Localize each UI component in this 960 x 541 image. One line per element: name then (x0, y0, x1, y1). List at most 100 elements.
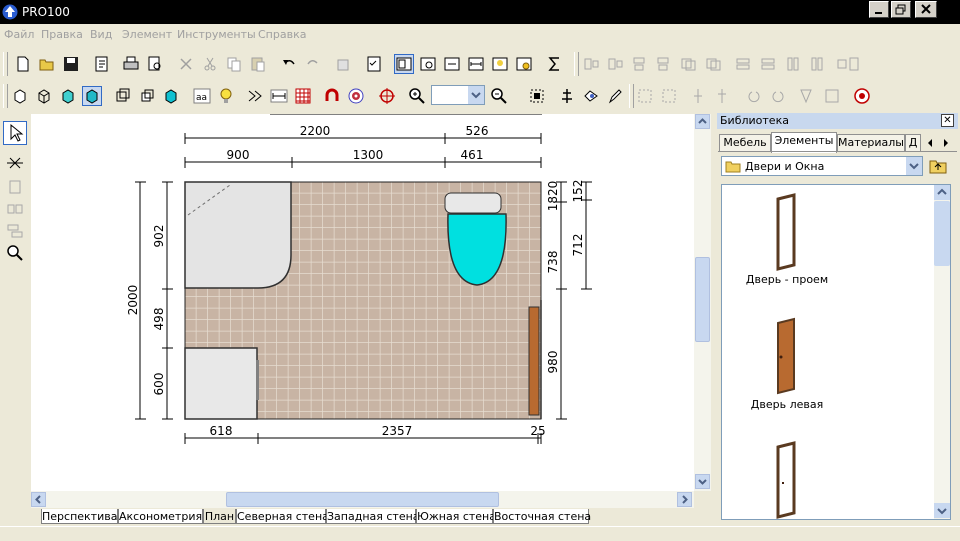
library-tab-elements[interactable]: Элементы (771, 132, 837, 153)
pen-icon[interactable] (606, 87, 624, 105)
library-scroll-up[interactable] (934, 185, 950, 200)
target-icon[interactable] (347, 87, 365, 105)
stretch-icon[interactable] (5, 154, 25, 172)
help-target-icon[interactable] (853, 87, 871, 105)
restore-button[interactable] (891, 1, 911, 18)
menu-element[interactable]: Элемент (122, 28, 172, 41)
checklist-icon[interactable] (365, 55, 383, 73)
folder-dropdown-button[interactable] (906, 157, 922, 175)
tab-north-wall[interactable]: Северная стена (236, 509, 329, 524)
ruler-icon[interactable] (270, 87, 288, 105)
cube-cyan-icon[interactable] (59, 87, 77, 105)
scroll-right-button[interactable] (677, 492, 692, 507)
scroll-up-button[interactable] (695, 114, 710, 129)
plan-drawing[interactable]: 2200 526 900 1300 461 2000 902 498 600 1… (31, 114, 694, 491)
library-folder-select[interactable]: Двери и Окна (721, 156, 923, 176)
tab-east-wall[interactable]: Восточная стена (493, 509, 591, 524)
canvas-vertical-scrollbar[interactable] (694, 114, 711, 491)
select-all-icon[interactable] (528, 87, 546, 105)
scroll-down-button[interactable] (695, 474, 710, 489)
minimize-button[interactable] (869, 1, 889, 18)
open-folder-icon[interactable] (38, 55, 56, 73)
cube-filled-icon[interactable] (162, 87, 180, 105)
wireframe-cube-icon[interactable] (114, 87, 132, 105)
scroll-left-button[interactable] (31, 492, 46, 507)
menu-edit[interactable]: Правка (41, 28, 83, 41)
menu-file[interactable]: Файл (4, 28, 34, 41)
grid-icon[interactable] (294, 87, 312, 105)
undo-icon[interactable] (280, 55, 298, 73)
library-tab-more[interactable]: Д (905, 134, 921, 151)
dimension-icon[interactable] (246, 87, 264, 105)
library-item[interactable]: Дверь - проем (722, 185, 934, 305)
paste-icon[interactable] (249, 55, 267, 73)
measure-icon[interactable] (467, 55, 485, 73)
library-item[interactable]: Дверь левая (722, 309, 934, 429)
zoom-window-icon[interactable] (419, 55, 437, 73)
library-scroll-down[interactable] (934, 503, 950, 518)
print-preview-icon[interactable] (146, 55, 164, 73)
scissors-icon[interactable] (201, 55, 219, 73)
light-icon[interactable] (491, 55, 509, 73)
vertical-scroll-thumb[interactable] (695, 257, 710, 342)
zoom-icon[interactable] (5, 244, 25, 262)
zoom-combo[interactable] (431, 85, 485, 105)
canvas-horizontal-scrollbar[interactable] (31, 491, 694, 508)
copy-icon[interactable] (225, 55, 243, 73)
sum-icon[interactable] (546, 55, 564, 73)
align-icon[interactable] (5, 200, 25, 218)
library-scroll-thumb[interactable] (934, 201, 950, 266)
library-scrollbar[interactable] (934, 185, 950, 519)
tab-south-wall[interactable]: Южная стена (416, 509, 496, 524)
horizontal-scroll-thumb[interactable] (226, 492, 499, 507)
chevron-left-icon[interactable] (923, 136, 937, 150)
library-items-grid[interactable]: Дверь - проем Дверь левая (721, 184, 951, 520)
toilet-tank[interactable] (444, 192, 502, 214)
cube-solid-icon[interactable] (82, 86, 102, 106)
menu-tools[interactable]: Инструменты (177, 28, 256, 41)
cube-small-icon[interactable] (138, 87, 156, 105)
rect-icon[interactable] (5, 178, 25, 196)
window-title: PRO100 (22, 5, 70, 19)
new-file-icon[interactable] (14, 55, 32, 73)
pointer-icon[interactable] (3, 121, 27, 145)
tab-axonometry[interactable]: Аксонометрия (118, 509, 203, 524)
text-aa-icon[interactable]: aa (193, 87, 211, 105)
plan-view-icon[interactable] (394, 54, 414, 74)
cube-outline-icon[interactable] (35, 87, 53, 105)
chevron-right-icon[interactable] (939, 136, 953, 150)
fit-icon[interactable] (443, 55, 461, 73)
cabinet[interactable] (184, 347, 258, 420)
zoom-dropdown-button[interactable] (468, 86, 484, 104)
cut-icon[interactable] (177, 55, 195, 73)
magnet-icon[interactable] (323, 87, 341, 105)
tab-west-wall[interactable]: Западная стена (326, 509, 420, 524)
distribute-icon[interactable] (5, 222, 25, 240)
library-tab-materials[interactable]: Материалы (837, 134, 905, 151)
menu-help[interactable]: Справка (258, 28, 306, 41)
zoom-in-icon[interactable] (408, 87, 426, 105)
redo-icon[interactable] (304, 55, 322, 73)
cube-icon[interactable] (11, 87, 29, 105)
library-close-button[interactable]: ✕ (941, 114, 954, 127)
crosshair-icon[interactable] (378, 87, 396, 105)
door[interactable] (528, 306, 540, 416)
folder-up-icon[interactable] (928, 157, 948, 175)
tab-perspective[interactable]: Перспектива (41, 509, 118, 524)
zoom-out-icon[interactable] (490, 87, 508, 105)
bulb-icon[interactable] (217, 87, 235, 105)
tab-plan[interactable]: План (203, 509, 236, 524)
save-icon[interactable] (62, 55, 80, 73)
element-properties-icon[interactable] (335, 55, 353, 73)
render-icon[interactable] (515, 55, 533, 73)
library-tab-furniture[interactable]: Мебель (719, 134, 771, 151)
move-icon[interactable] (558, 87, 576, 105)
library-item[interactable] (722, 433, 934, 519)
close-window-button[interactable] (915, 1, 937, 18)
bathtub[interactable] (184, 181, 292, 289)
print-icon[interactable] (122, 55, 140, 73)
menu-view[interactable]: Вид (90, 28, 112, 41)
rotate-icon[interactable] (582, 87, 600, 105)
properties-icon[interactable] (93, 55, 111, 73)
plan-canvas[interactable]: 2200 526 900 1300 461 2000 902 498 600 1… (31, 114, 694, 491)
